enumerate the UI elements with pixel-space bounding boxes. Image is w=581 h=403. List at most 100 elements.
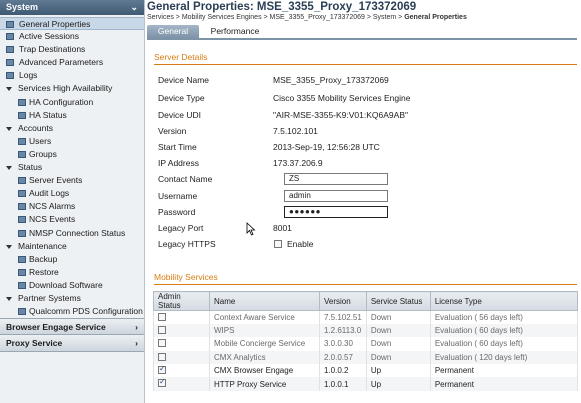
service-name: Mobile Concierge Service	[209, 337, 320, 351]
page-icon	[6, 72, 14, 80]
page-icon	[18, 255, 26, 263]
breadcrumb-path[interactable]: Services > Mobility Services Engines > M…	[147, 14, 404, 21]
service-status: Down	[365, 323, 431, 338]
admin-status-checkbox[interactable]	[158, 325, 166, 334]
sidebar-item-download-software[interactable]: Download Software	[0, 279, 144, 292]
admin-status-checkbox[interactable]	[158, 352, 166, 361]
sidebar-item-label: HA Configuration	[29, 96, 94, 107]
sidebar-item-restore[interactable]: Restore	[0, 266, 144, 279]
sidebar-section-browser-engage-service[interactable]: Browser Engage Service ›	[0, 318, 144, 336]
sidebar-group-accounts[interactable]: Accounts	[0, 122, 144, 135]
table-row: Mobile Concierge Service 3.0.0.30 Down E…	[153, 337, 579, 351]
admin-status-checkbox[interactable]	[158, 339, 166, 348]
expand-triangle-icon	[6, 126, 12, 131]
license-type: Permanent	[429, 364, 579, 378]
service-version: 7.5.102.51	[319, 310, 367, 324]
page-title: General Properties: MSE_3355_Proxy_17337…	[147, 1, 417, 13]
sidebar-item-ncs-alarms[interactable]: NCS Alarms	[0, 200, 144, 213]
detail-label: Start Time	[158, 142, 197, 152]
detail-row-device-udi: Device UDI "AIR-MSE-3355-K9:V01:KQ6A9AB"	[158, 108, 578, 122]
sidebar-item-server-events[interactable]: Server Events	[0, 174, 144, 187]
admin-status-checkbox[interactable]	[158, 364, 166, 375]
column-header-service-status[interactable]: Service Status	[365, 291, 431, 311]
section-divider	[154, 64, 577, 65]
service-name: CMX Browser Engage	[209, 364, 320, 378]
sidebar-group-label: Partner Systems	[18, 292, 81, 303]
admin-status-cell	[153, 364, 210, 378]
tab-general[interactable]: General	[147, 25, 199, 38]
section-divider	[154, 284, 577, 285]
sidebar-item-label: Advanced Parameters	[19, 57, 104, 68]
column-header-admin-status[interactable]: Admin Status	[153, 291, 210, 311]
sidebar-item-general-properties[interactable]: General Properties	[0, 17, 144, 31]
users-icon	[18, 137, 26, 145]
sidebar-group-services-high-availability[interactable]: Services High Availability	[0, 82, 144, 95]
sidebar-item-label: Restore	[29, 266, 59, 277]
sidebar-item-audit-logs[interactable]: Audit Logs	[0, 187, 144, 200]
table-row: Context Aware Service 7.5.102.51 Down Ev…	[153, 310, 579, 324]
detail-row-legacy-port: Legacy Port 8001	[158, 221, 578, 235]
service-status: Down	[365, 350, 431, 365]
sidebar-item-label: Groups	[29, 148, 57, 159]
sidebar-menu: General Properties Active Sessions Trap …	[0, 15, 144, 318]
tab-divider	[147, 38, 577, 40]
license-type: Evaluation ( 60 days left)	[429, 337, 579, 351]
sidebar-item-advanced-parameters[interactable]: Advanced Parameters	[0, 56, 144, 69]
sidebar-group-partner-systems[interactable]: Partner Systems	[0, 292, 144, 305]
detail-row-legacy-https: Legacy HTTPS Enable	[158, 237, 578, 251]
legacy-https-checkbox[interactable]	[274, 240, 282, 248]
page-icon	[18, 268, 26, 276]
license-type: Evaluation ( 56 days left)	[429, 310, 579, 324]
chevron-right-icon: ›	[135, 322, 138, 333]
sidebar-group-maintenance[interactable]: Maintenance	[0, 240, 144, 253]
page-icon	[6, 46, 14, 54]
service-status: Down	[365, 337, 431, 351]
column-header-license-type[interactable]: License Type	[429, 291, 579, 311]
sidebar-item-label: General Properties	[19, 19, 91, 29]
detail-label: Device Name	[158, 75, 210, 85]
page-icon	[6, 33, 14, 41]
sidebar-item-label: Audit Logs	[29, 188, 70, 199]
detail-label: Password	[158, 207, 196, 217]
sidebar-section-proxy-service[interactable]: Proxy Service ›	[0, 335, 144, 353]
password-input[interactable]: ●●●●●●	[284, 206, 388, 218]
table-row: HTTP Proxy Service 1.0.0.1 Up Permanent	[153, 377, 579, 391]
sidebar-item-ha-configuration[interactable]: HA Configuration	[0, 96, 144, 109]
sidebar-group-label: Maintenance	[18, 240, 67, 251]
sidebar-item-nmsp-connection-status[interactable]: NMSP Connection Status	[0, 227, 144, 240]
tab-performance[interactable]: Performance	[203, 25, 267, 38]
sidebar-item-active-sessions[interactable]: Active Sessions	[0, 30, 144, 43]
contact-name-input[interactable]: ZS	[284, 173, 388, 185]
sidebar-item-label: Users	[29, 135, 52, 146]
admin-status-checkbox[interactable]	[158, 313, 166, 321]
username-input[interactable]: admin	[284, 190, 388, 202]
groups-icon	[18, 150, 26, 158]
sidebar: System ⌄ General Properties Active Sessi…	[0, 0, 145, 403]
license-type: Evaluation ( 120 days left)	[429, 350, 579, 365]
sidebar-item-label: HA Status	[29, 109, 67, 120]
sidebar-item-label: NCS Alarms	[29, 201, 76, 212]
column-header-version[interactable]: Version	[319, 291, 367, 311]
sidebar-group-label: Services High Availability	[18, 83, 113, 94]
sidebar-item-ncs-events[interactable]: NCS Events	[0, 213, 144, 226]
service-status: Up	[365, 364, 431, 378]
page-icon	[18, 203, 26, 211]
page-icon	[18, 281, 26, 289]
sidebar-header[interactable]: System ⌄	[0, 0, 144, 15]
admin-status-cell	[153, 377, 210, 391]
detail-value: 7.5.102.101	[273, 126, 318, 136]
column-header-name[interactable]: Name	[209, 291, 320, 311]
service-name: Context Aware Service	[209, 310, 320, 324]
sidebar-item-backup[interactable]: Backup	[0, 253, 144, 266]
sidebar-item-trap-destinations[interactable]: Trap Destinations	[0, 43, 144, 56]
service-version: 1.2.6113.0	[319, 323, 367, 338]
sidebar-item-qualcomm-pds-configuration[interactable]: Qualcomm PDS Configuration	[0, 305, 144, 318]
admin-status-checkbox[interactable]	[158, 377, 166, 388]
sidebar-item-ha-status[interactable]: HA Status	[0, 109, 144, 122]
sidebar-item-groups[interactable]: Groups	[0, 148, 144, 161]
sidebar-item-logs[interactable]: Logs	[0, 69, 144, 82]
sidebar-group-status[interactable]: Status	[0, 161, 144, 174]
main-content: General Properties: MSE_3355_Proxy_17337…	[146, 0, 581, 403]
admin-status-cell	[153, 310, 210, 324]
sidebar-item-users[interactable]: Users	[0, 135, 144, 148]
